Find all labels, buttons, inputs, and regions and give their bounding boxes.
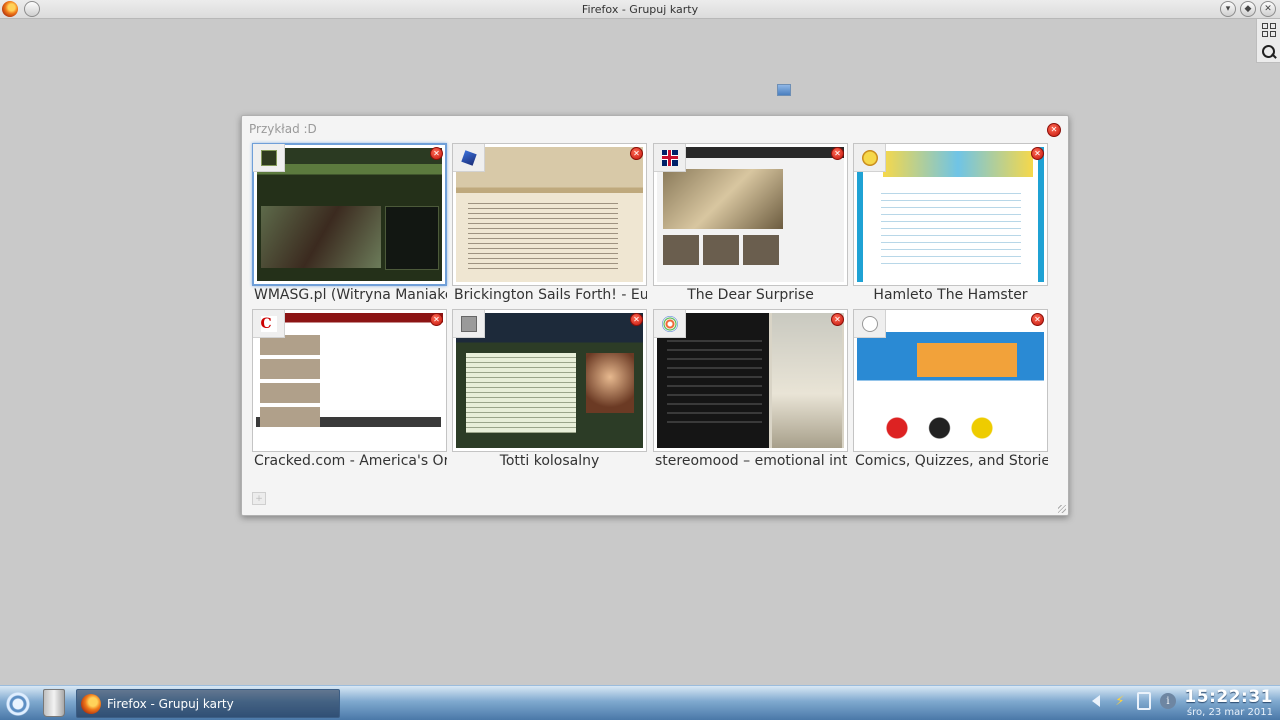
close-tab-button[interactable]: ✕ xyxy=(831,313,844,326)
close-tab-button[interactable]: ✕ xyxy=(1031,313,1044,326)
group-title[interactable]: Przykład :D xyxy=(249,122,317,136)
tab-title: WMASG.pl (Witryna Maniaków xyxy=(254,287,447,303)
firefox-icon xyxy=(81,693,101,714)
tab-title: stereomood – emotional int xyxy=(655,453,848,469)
tab-thumbnail[interactable]: ✕ WMASG.pl (Witryna Maniaków xyxy=(252,143,447,306)
totti-favicon-icon xyxy=(460,315,477,332)
search-icon xyxy=(1262,45,1276,59)
power-icon[interactable]: ⚡ xyxy=(1112,692,1128,710)
tab-view-controls xyxy=(1256,19,1280,63)
application-launcher-icon[interactable] xyxy=(3,689,33,719)
tab-title: Hamleto The Hamster xyxy=(873,287,1028,303)
tab-thumbnail[interactable]: ✕ Brickington Sails Forth! - Eur xyxy=(452,143,647,306)
close-window-button[interactable]: ✕ xyxy=(1260,1,1276,17)
tab-thumbnail[interactable]: ✕ Hamleto The Hamster xyxy=(853,143,1048,306)
clock-date: śro, 23 mar 2011 xyxy=(1186,707,1273,718)
tab-thumbnail[interactable]: ✕ Comics, Quizzes, and Stories xyxy=(853,309,1048,472)
close-tab-button[interactable]: ✕ xyxy=(430,147,443,160)
window-menu-button[interactable] xyxy=(24,1,40,17)
close-group-button[interactable]: ✕ xyxy=(1047,123,1061,137)
tab-thumbnail[interactable]: ✕ Totti kolosalny xyxy=(452,309,647,472)
orphan-tab-icon[interactable] xyxy=(777,84,791,96)
tab-thumbnail[interactable]: ✕ The Dear Surprise xyxy=(653,143,848,306)
window-title: Firefox - Grupuj karty xyxy=(581,2,699,16)
tab-title: Cracked.com - America's Or xyxy=(254,453,447,469)
tab-title: The Dear Surprise xyxy=(687,287,814,303)
taskbar-task-firefox[interactable]: Firefox - Grupuj karty xyxy=(76,689,340,718)
taskbar: Firefox - Grupuj karty ⚡ i 15:22:31 śro,… xyxy=(0,685,1280,720)
notifications-info-icon[interactable]: i xyxy=(1160,693,1176,709)
clipboard-icon xyxy=(1137,692,1151,710)
close-tab-button[interactable]: ✕ xyxy=(831,147,844,160)
tab-title: Brickington Sails Forth! - Eur xyxy=(454,287,647,303)
maximize-button[interactable]: ◆ xyxy=(1240,1,1256,17)
clock-time: 15:22:31 xyxy=(1184,687,1273,707)
cracked-favicon-icon: C xyxy=(260,315,277,332)
clipboard-button[interactable] xyxy=(1136,692,1152,710)
system-tray: ⚡ i xyxy=(1088,692,1176,710)
close-tab-button[interactable]: ✕ xyxy=(630,147,643,160)
uk-flag-favicon-icon xyxy=(661,149,678,166)
firefox-icon[interactable] xyxy=(2,1,18,17)
tab-title: Comics, Quizzes, and Stories xyxy=(855,453,1048,469)
close-tab-button[interactable]: ✕ xyxy=(630,313,643,326)
grid-icon xyxy=(1262,23,1276,37)
ship-favicon-icon xyxy=(460,149,477,166)
close-tab-button[interactable]: ✕ xyxy=(430,313,443,326)
task-label: Firefox - Grupuj karty xyxy=(107,696,234,711)
tab-title: Totti kolosalny xyxy=(499,453,600,469)
hamster-favicon-icon xyxy=(861,149,878,166)
wmasg-favicon-icon xyxy=(260,149,277,166)
oatmeal-favicon-icon xyxy=(861,315,878,332)
trash-icon[interactable] xyxy=(43,689,65,717)
tab-thumbnail[interactable]: ✕ stereomood – emotional int xyxy=(653,309,848,472)
close-tab-button[interactable]: ✕ xyxy=(1031,147,1044,160)
tab-thumbnail[interactable]: C ✕ Cracked.com - America's Or xyxy=(252,309,447,472)
exit-groups-button[interactable] xyxy=(1257,19,1280,41)
new-tab-button[interactable]: + xyxy=(252,492,266,505)
window-titlebar[interactable]: Firefox - Grupuj karty ▾ ◆ ✕ xyxy=(0,0,1280,19)
minimize-button[interactable]: ▾ xyxy=(1220,1,1236,17)
tray-expand-button[interactable] xyxy=(1088,692,1104,710)
stereomood-favicon-icon xyxy=(661,315,678,332)
digital-clock[interactable]: 15:22:31 śro, 23 mar 2011 xyxy=(1183,687,1273,718)
arrow-left-icon xyxy=(1092,695,1100,707)
resize-grip-icon[interactable] xyxy=(1058,505,1066,513)
search-tabs-button[interactable] xyxy=(1257,41,1280,63)
tab-group[interactable]: Przykład :D ✕ ✕ WMASG.pl (Witryna Maniak… xyxy=(241,115,1069,516)
